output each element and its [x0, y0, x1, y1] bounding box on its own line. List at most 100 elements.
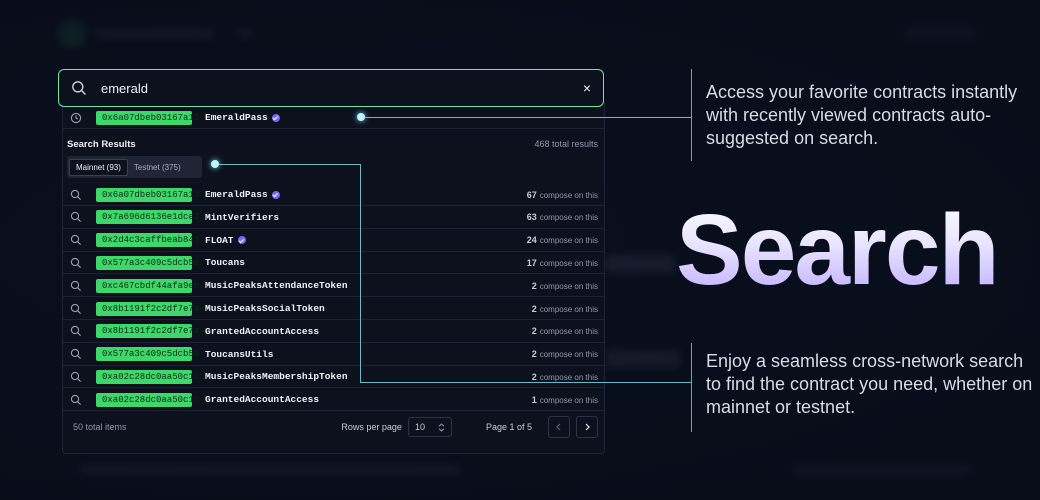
compose-count-value: 2 [531, 371, 537, 382]
network-tabs: Mainnet (93) Testnet (375) [67, 156, 202, 178]
rows-per-page: Rows per page 10 Page 1 of 5 [341, 416, 604, 438]
chevron-left-icon [556, 423, 561, 431]
contract-name: EmeraldPass [205, 112, 280, 123]
total-items: 50 total items [73, 422, 127, 432]
compose-count: 67 compose on this [527, 190, 598, 200]
compose-count-value: 63 [526, 212, 537, 223]
result-row[interactable]: 0xa02c28dc0aa50c18 GrantedAccountAccess 1 c… [63, 389, 604, 412]
section-title: Search Results [67, 139, 136, 150]
contract-name-text: GrantedAccountAccess [205, 394, 320, 406]
contract-name-text: MusicPeaksAttendanceToken [205, 280, 348, 292]
search-icon [70, 234, 81, 246]
rows-per-page-value: 10 [414, 422, 425, 432]
search-icon [70, 212, 81, 223]
verified-icon [237, 236, 246, 245]
total-results: 468 total results [534, 139, 598, 149]
compose-count-suffix: compose on this [539, 213, 598, 223]
compose-count-value: 2 [531, 280, 537, 291]
contract-address-badge: 0x6a07dbeb03167a13 [96, 110, 199, 125]
callout-divider-top [691, 69, 692, 161]
result-row[interactable]: 0x8b1191f2c2df7e7a GrantedAccountAccess 2 c… [63, 321, 604, 343]
search-icon [70, 348, 81, 360]
callout-recent: Access your favorite contracts instantly… [706, 82, 1018, 148]
contract-name-text: EmeraldPass [205, 112, 268, 123]
contract-name-text: MusicPeaksSocialToken [205, 303, 325, 314]
contract-address-badge: 0x2d4c3caffbeab845 [96, 233, 199, 248]
result-row[interactable]: 0x8b1191f2c2df7e7a MusicPeaksSocialToken 2… [63, 298, 604, 320]
compose-count-value: 2 [531, 326, 537, 337]
compose-count-suffix: compose on this [539, 395, 598, 405]
contract-address-badge: 0x577a3c409c5dcb5e [96, 347, 199, 362]
search-icon [70, 394, 81, 405]
contract-address-badge: 0x8b1191f2c2df7e7a [96, 301, 199, 316]
connector-line-top [364, 117, 691, 118]
contract-address-badge: 0x6a07dbeb03167a13 [96, 187, 199, 202]
chevron-right-icon [585, 423, 590, 431]
compose-count: 2 compose on this [532, 349, 598, 359]
clear-search-icon[interactable]: × [583, 80, 591, 96]
contract-name-text: Toucans [205, 257, 245, 269]
search-icon [70, 257, 81, 268]
contract-name-text: MusicPeaksMembershipToken [205, 371, 348, 383]
compose-count-value: 2 [531, 349, 537, 360]
connector-dot-bottom [211, 160, 219, 168]
callout-divider-bottom [691, 343, 692, 432]
search-results-panel: 0x6a07dbeb03167a13 EmeraldPass Search Re… [62, 100, 605, 454]
contract-name-text: FLOAT [205, 234, 234, 246]
result-row[interactable]: 0x6a07dbeb03167a13 EmeraldPass 67 compose o… [63, 184, 604, 206]
contract-name: EmeraldPass [205, 189, 280, 200]
result-row[interactable]: 0x2d4c3caffbeab845 FLOAT 24 compose on this [63, 230, 604, 252]
compose-count-suffix: compose on this [539, 304, 598, 314]
compose-count-suffix: compose on this [539, 190, 598, 200]
contract-name-text: GrantedAccountAccess [205, 325, 320, 337]
connector-line-bottom-b [360, 164, 361, 382]
compose-count: 2 compose on this [532, 304, 598, 314]
contract-name: GrantedAccountAccess [205, 394, 319, 405]
page-indicator: Page 1 of 5 [485, 422, 532, 432]
contract-name: FLOAT [205, 235, 246, 246]
result-row[interactable]: 0xc467cbdf44afa9eb MusicPeaksAttendanceTo… [63, 275, 604, 298]
contract-name: MintVerifiers [205, 212, 279, 223]
next-page-button[interactable] [576, 416, 598, 438]
tab-mainnet[interactable]: Mainnet (93) [69, 158, 128, 176]
headline: Search [676, 194, 1000, 306]
compose-count-value: 2 [531, 303, 537, 314]
contract-address-badge: 0xc467cbdf44afa9eb [96, 278, 199, 293]
contract-address-badge: 0x7a696d6136e1dce2 [96, 210, 199, 225]
contract-name-text: EmeraldPass [205, 189, 268, 200]
compose-count: 2 compose on this [532, 326, 598, 336]
compose-count: 17 compose on this [527, 258, 598, 268]
compose-count: 1 compose on this [532, 395, 598, 405]
search-icon [70, 280, 81, 291]
contract-name: MusicPeaksAttendanceToken [205, 280, 348, 291]
recent-item[interactable]: 0x6a07dbeb03167a13 EmeraldPass [63, 107, 604, 129]
result-row[interactable]: 0x577a3c409c5dcb5e ToucansUtils 2 compose o… [63, 344, 604, 366]
verified-icon [271, 190, 280, 199]
search-icon [70, 326, 81, 337]
search-input[interactable] [99, 79, 583, 97]
compose-count-suffix: compose on this [539, 281, 598, 291]
contract-address-badge: 0xa02c28dc0aa50c18 [96, 392, 199, 407]
result-row[interactable]: 0x7a696d6136e1dce2 MintVerifiers 63 compose… [63, 207, 604, 229]
contract-name: GrantedAccountAccess [205, 326, 319, 337]
compose-count: 2 compose on this [532, 372, 598, 382]
contract-name: MusicPeaksSocialToken [205, 303, 325, 314]
compose-count-value: 67 [526, 189, 537, 200]
tab-testnet[interactable]: Testnet (375) [128, 160, 187, 175]
search-icon [70, 371, 81, 382]
compose-count-suffix: compose on this [539, 236, 598, 246]
result-row[interactable]: 0xa02c28dc0aa50c18 MusicPeaksMembershipTo… [63, 366, 604, 389]
search-icon [70, 303, 81, 314]
contract-name: MusicPeaksMembershipToken [205, 371, 348, 382]
result-row[interactable]: 0x577a3c409c5dcb5e Toucans 17 compose on th… [63, 252, 604, 275]
previous-page-button[interactable] [548, 416, 570, 438]
connector-dot-top [357, 113, 365, 121]
compose-count-suffix: compose on this [539, 327, 598, 337]
verified-icon [271, 113, 280, 122]
callout-network: Enjoy a seamless cross-network search to… [706, 351, 1033, 417]
compose-count-value: 24 [526, 235, 537, 246]
contract-address-badge: 0x8b1191f2c2df7e7a [96, 324, 199, 339]
compose-count: 24 compose on this [527, 235, 598, 245]
compose-count: 2 compose on this [532, 281, 598, 291]
rows-per-page-select[interactable]: 10 [407, 417, 452, 437]
